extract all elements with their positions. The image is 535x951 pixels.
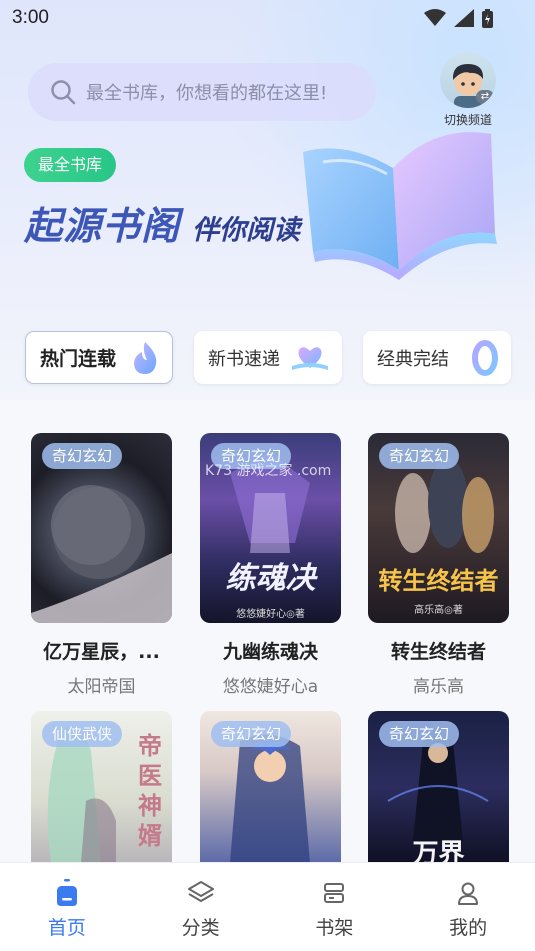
tab-home[interactable]: 首页 (0, 863, 134, 951)
hero-title: 起源书阁 伴你阅读 (24, 195, 300, 250)
book-card[interactable]: 万界 奇幻玄幻 (368, 711, 509, 863)
book-cover[interactable]: 万界 奇幻玄幻 (368, 711, 509, 863)
cover-author: 悠悠婕好心◎著 (236, 609, 305, 620)
book-title: 九幽练魂决 (222, 641, 318, 663)
book-cover[interactable]: 帝医神婿 仙侠武侠 (31, 711, 172, 863)
status-bar: 3:00 (0, 0, 535, 36)
tab-label: 热门连载 (40, 348, 117, 370)
layers-icon (187, 881, 214, 902)
heart-book-icon (292, 346, 328, 370)
book-title: 转生终结者 (390, 641, 486, 663)
genre-tag: 奇幻玄幻 (379, 443, 460, 469)
channel-switch[interactable]: ⇄ 切换频道 (436, 52, 500, 128)
user-icon (458, 882, 479, 905)
tab-bookshelf[interactable]: 书架 (268, 863, 402, 951)
genre-tag: 仙侠武侠 (42, 721, 123, 747)
wifi-icon (424, 9, 446, 26)
cover-title: 帝医神婿 (138, 732, 162, 850)
cover-title: 转生终结者 (378, 567, 499, 595)
bookshelf-icon (324, 883, 345, 903)
status-icons (424, 8, 493, 28)
cover-author: 高乐高◎著 (414, 605, 463, 616)
book-author: 高乐高 (413, 677, 464, 697)
book-cover[interactable]: 奇幻玄幻 (31, 433, 172, 623)
tab-new-books[interactable]: 新书速递 (194, 331, 342, 384)
book-cover[interactable]: 奇幻玄幻 (200, 711, 341, 863)
tab-label: 新书速递 (208, 348, 280, 370)
tab-profile[interactable]: 我的 (401, 863, 535, 951)
tab-label: 我的 (449, 917, 488, 939)
hero-badge: 最全书库 (24, 148, 117, 182)
tab-hot-serial[interactable]: 热门连载 (25, 331, 173, 384)
book-card[interactable]: 奇幻玄幻 (200, 711, 341, 863)
tab-label: 经典完结 (377, 348, 449, 370)
status-time: 3:00 (12, 7, 49, 28)
book-cover[interactable]: 转生终结者 高乐高◎著 奇幻玄幻 (368, 433, 509, 623)
tab-label: 分类 (181, 917, 220, 939)
avatar[interactable]: ⇄ (440, 52, 496, 108)
site-watermark: K73 游戏之家 .com (205, 463, 332, 479)
quick-tabs: 热门连载 新书速递 经典完结 (25, 331, 511, 384)
open-book-illustration (303, 132, 497, 280)
book-author: 太阳帝国 (67, 677, 136, 697)
book-card[interactable]: 转生终结者 高乐高◎著 奇幻玄幻 转生终结者 高乐高 (368, 433, 509, 697)
flame-icon (134, 341, 157, 374)
cover-title: 万界 (412, 839, 465, 863)
tab-label: 书架 (315, 917, 354, 939)
battery-icon (482, 8, 493, 28)
search-bar[interactable]: 最全书库，你想看的都在这里! (28, 63, 376, 121)
tab-classic-finished[interactable]: 经典完结 (363, 331, 511, 384)
book-author: 悠悠婕好心a (222, 677, 319, 697)
genre-tag: 奇幻玄幻 (42, 443, 123, 469)
ring-icon (472, 339, 498, 376)
bottom-tab-bar: 首页 分类 书架 我的 (0, 862, 535, 951)
app-slogan: 伴你阅读 (192, 215, 301, 246)
genre-tag: 奇幻玄幻 (211, 721, 292, 747)
search-icon (51, 80, 76, 105)
tab-label: 首页 (47, 917, 86, 939)
signal-icon (454, 9, 474, 27)
book-card[interactable]: 奇幻玄幻 亿万星辰，... 太阳帝国 (31, 433, 172, 697)
home-icon (56, 879, 77, 906)
book-card[interactable]: 帝医神婿 仙侠武侠 (31, 711, 172, 863)
app-name: 起源书阁 (24, 204, 181, 248)
search-placeholder: 最全书库，你想看的都在这里! (86, 83, 328, 104)
cover-title: 练魂决 (225, 561, 316, 596)
genre-tag: 奇幻玄幻 (379, 721, 460, 747)
swap-icon: ⇄ (476, 90, 494, 104)
book-title: 亿万星辰，... (43, 641, 160, 663)
tab-category[interactable]: 分类 (134, 863, 268, 951)
